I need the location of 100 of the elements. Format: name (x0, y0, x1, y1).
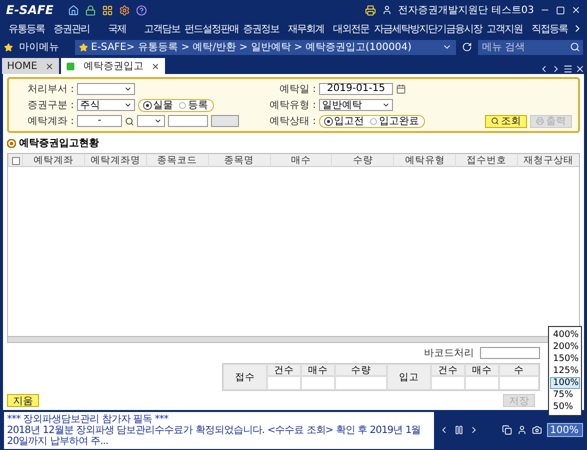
radio-button[interactable] (179, 102, 186, 108)
notice-text: 2018년 12월분 장외파생 담보관리수수료가 확정되었습니다. <수수료 조회> 확인 후 2019년 1월 20일까지 납부하여 주... (7, 424, 422, 446)
menu-item[interactable]: 자금세탁방지 (374, 22, 428, 36)
home-icon[interactable] (68, 4, 79, 16)
date-field[interactable]: 2019-01-15 (319, 83, 393, 95)
column-header: 매수 (301, 364, 335, 376)
tab-label: 예탁증권입고 (83, 60, 144, 73)
lock-icon[interactable] (84, 4, 96, 16)
field-label: 바코드처리 (424, 347, 475, 360)
barcode-field[interactable] (480, 347, 540, 359)
close-icon[interactable] (151, 62, 160, 70)
field-label: 예탁상태 : (268, 115, 317, 128)
input-field[interactable] (168, 115, 208, 127)
close-icon[interactable] (571, 5, 581, 15)
tab[interactable]: HOME (2, 58, 60, 74)
radio-label: 입고완료 (379, 115, 419, 128)
tab[interactable]: 예탁증권입고 (61, 58, 166, 74)
copy-icon[interactable] (502, 425, 512, 435)
column-header: 매수 (465, 364, 499, 376)
security-type-select[interactable]: 주식 (77, 99, 135, 111)
menu-item[interactable]: 증권정보 (238, 22, 284, 36)
breadcrumb-bar: E-SAFE> 유통등록 > 예탁/반환 > 일반예탁 > 예탁증권입고(100004) (75, 40, 456, 54)
table-cell (499, 376, 539, 390)
input-field (211, 115, 239, 127)
grid-icon[interactable] (102, 4, 113, 16)
refresh-icon[interactable] (462, 42, 472, 52)
radio-label: 입고전 (334, 115, 364, 128)
radio-label: 등록 (188, 99, 208, 112)
notice-text: *** 장외파생담보관리 참가자 필독 *** (7, 414, 168, 424)
calendar-icon[interactable] (396, 84, 406, 94)
field-label: 증권구분 : (26, 99, 75, 112)
select-all-checkbox[interactable] (12, 156, 20, 164)
column-header: 수 (499, 364, 539, 376)
column-header: 재청구상태 (517, 154, 579, 167)
account-field[interactable]: - (77, 115, 122, 127)
my-menu-link[interactable]: 마이메뉴 (19, 40, 69, 54)
user-icon (382, 5, 392, 15)
menu-item[interactable]: 대외전문 (328, 22, 374, 36)
menu-item[interactable]: 고객지원 (482, 22, 527, 36)
close-icon[interactable] (45, 62, 54, 70)
table-cell (431, 376, 465, 390)
menu-item[interactable]: 국제 (94, 22, 140, 36)
column-header: 종목명 (208, 154, 270, 167)
pause-icon[interactable] (454, 425, 464, 435)
group-header: 접수 (223, 364, 267, 390)
checkbox-icon (66, 62, 76, 70)
maximize-icon[interactable] (556, 6, 565, 14)
caret-icon (382, 101, 390, 109)
menu-item[interactable]: 펀드설정판매 (184, 22, 238, 36)
printer-icon[interactable] (365, 4, 376, 16)
column-header: 매수 (270, 154, 332, 167)
settings-icon[interactable] (118, 4, 130, 16)
table-cell (465, 376, 499, 390)
star-icon (4, 42, 13, 52)
caret-icon (154, 117, 162, 125)
radio-button[interactable] (370, 118, 377, 124)
menu-item[interactable]: 유통등록 (4, 22, 50, 36)
column-header: 수량 (335, 364, 387, 376)
column-header: 예탁계좌명 (84, 154, 146, 167)
search-icon[interactable] (125, 116, 134, 126)
table-cell (301, 376, 335, 390)
menu-search-field[interactable]: 메뉴 검색 (478, 40, 583, 54)
tab-label: HOME (7, 60, 38, 72)
close-icon[interactable] (575, 64, 585, 74)
clear-button[interactable]: 지움 (7, 394, 39, 407)
field-label: 예탁일 : (278, 83, 317, 96)
bullet-icon (7, 138, 16, 148)
menu-item[interactable]: 증권관리 (49, 22, 94, 36)
table-cell (335, 376, 387, 390)
department-select[interactable] (77, 83, 135, 95)
section-title: 예탁증권입고현황 (19, 137, 99, 150)
camera-icon[interactable] (532, 425, 542, 435)
zoom-select[interactable]: 100% (547, 423, 583, 437)
menu-item[interactable]: 고객담보 (139, 22, 184, 36)
group-header: 입고 (387, 364, 431, 390)
menu-item[interactable]: 단기금융시장 (428, 22, 482, 36)
field-label: 예탁유형 : (268, 99, 317, 112)
printer-icon (536, 117, 544, 125)
column-header: 예탁계좌 (22, 154, 84, 167)
field-label: 예탁계좌 : (26, 115, 75, 128)
radio-label: 실물 (153, 99, 173, 112)
menu-icon[interactable] (563, 64, 573, 74)
zoom-option[interactable]: 100% (550, 377, 580, 389)
column-header: 접수번호 (455, 154, 518, 167)
menu-item[interactable]: 직접등록 (526, 22, 572, 36)
help-icon[interactable] (136, 4, 147, 16)
app-logo: E-SAFE (6, 3, 54, 17)
user-icon[interactable] (517, 425, 527, 435)
field-label: 처리부서 : (26, 83, 75, 96)
menu-item[interactable]: 재무회계 (284, 22, 329, 36)
column-header: 건수 (267, 364, 301, 376)
search-icon (491, 117, 499, 125)
search-button[interactable]: 조회 (485, 114, 527, 128)
column-header: 수량 (331, 154, 394, 167)
table-cell (267, 376, 301, 390)
deposit-type-select[interactable]: 일반예탁 (319, 99, 393, 111)
column-header: 예탁유형 (393, 154, 456, 167)
column-header: 건수 (431, 364, 465, 376)
user-name: 전자증권개발지원단 테스트03 (398, 4, 534, 17)
column-header: 종목코드 (146, 154, 208, 167)
